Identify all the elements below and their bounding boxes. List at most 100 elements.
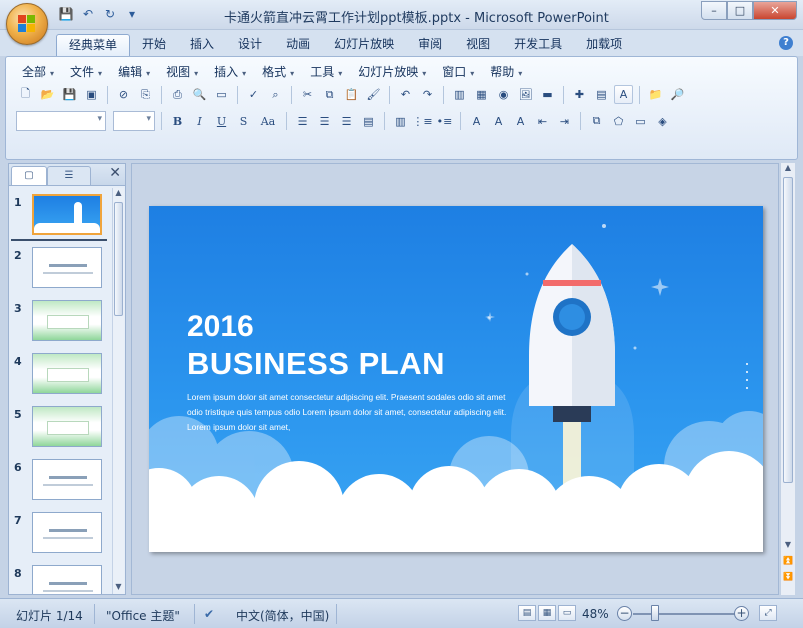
classic-menu-item[interactable]: 全部 ▾ bbox=[14, 63, 62, 81]
ribbon-tab[interactable]: 加载项 bbox=[574, 34, 634, 56]
zoom-in-button[interactable]: + bbox=[734, 606, 749, 621]
classic-menu-item[interactable]: 文件 ▾ bbox=[62, 63, 110, 81]
spell-check-icon[interactable]: ✔ bbox=[204, 607, 214, 621]
ribbon-tab[interactable]: 经典菜单 bbox=[56, 34, 131, 56]
scroll-up-icon[interactable]: ▲ bbox=[781, 163, 795, 176]
scroll-down-icon[interactable]: ▼ bbox=[113, 582, 124, 594]
change-case-icon[interactable]: Aa bbox=[256, 112, 280, 131]
slide-thumbnail[interactable]: 5 bbox=[9, 406, 113, 456]
slide-thumbnail[interactable]: 1 bbox=[9, 194, 113, 244]
zoom-out-button[interactable]: − bbox=[617, 606, 632, 621]
zoom-slider-track[interactable] bbox=[633, 613, 735, 615]
classic-menu-item[interactable]: 幻灯片放映 ▾ bbox=[350, 63, 434, 81]
slide-thumbnail[interactable]: 6 bbox=[9, 459, 113, 509]
slide-body-text[interactable]: Lorem ipsum dolor sit amet consectetur a… bbox=[187, 390, 517, 435]
close-panel-icon[interactable]: ✕ bbox=[109, 165, 121, 181]
align-left-icon[interactable]: ☰ bbox=[293, 112, 312, 131]
permission-icon[interactable]: ⊘ bbox=[114, 85, 133, 104]
redo-icon[interactable]: ↻ bbox=[102, 6, 118, 22]
shrink-font-icon[interactable]: A bbox=[511, 112, 530, 131]
office-button[interactable] bbox=[6, 3, 48, 45]
slide-title[interactable]: BUSINESS PLAN bbox=[187, 346, 445, 382]
quick-styles-icon[interactable]: ▭ bbox=[631, 112, 650, 131]
cut-icon[interactable]: ✂ bbox=[298, 85, 317, 104]
scroll-thumb[interactable] bbox=[114, 202, 123, 316]
slideshow-icon[interactable]: ▭ bbox=[212, 85, 231, 104]
format-painter-icon[interactable]: 🖌 bbox=[364, 85, 383, 104]
help-icon[interactable]: ? bbox=[779, 36, 793, 50]
align-right-icon[interactable]: ☰ bbox=[337, 112, 356, 131]
justify-icon[interactable]: ▤ bbox=[359, 112, 378, 131]
ribbon-tab[interactable]: 审阅 bbox=[406, 34, 454, 56]
normal-view-icon[interactable]: ▤ bbox=[518, 605, 536, 621]
slideshow-view-icon[interactable]: ▭ bbox=[558, 605, 576, 621]
classic-menu-item[interactable]: 视图 ▾ bbox=[158, 63, 206, 81]
minimize-button[interactable]: – bbox=[701, 1, 727, 20]
underline-icon[interactable]: U bbox=[212, 112, 231, 131]
classic-menu-item[interactable]: 格式 ▾ bbox=[254, 63, 302, 81]
ribbon-tab[interactable]: 开发工具 bbox=[502, 34, 574, 56]
zoom-icon[interactable]: 🔎 bbox=[668, 85, 687, 104]
arrange-icon[interactable]: ⧉ bbox=[587, 112, 606, 131]
scroll-down-icon[interactable]: ▼ bbox=[781, 540, 795, 553]
slide-thumbnail[interactable]: 2 bbox=[9, 247, 113, 297]
font-size-combo[interactable] bbox=[113, 111, 155, 131]
numbering-icon[interactable]: ⋮≡ bbox=[412, 112, 432, 131]
slide-thumbnail[interactable]: 4 bbox=[9, 353, 113, 403]
slide-thumbnail-image[interactable] bbox=[32, 565, 102, 594]
picture-icon[interactable]: 🖼 bbox=[516, 85, 535, 104]
bold-icon[interactable]: B bbox=[168, 112, 187, 131]
classic-menu-item[interactable]: 窗口 ▾ bbox=[434, 63, 482, 81]
outline-tab-icon[interactable]: ☰ bbox=[47, 166, 91, 185]
slides-tab-icon[interactable]: ▢ bbox=[11, 166, 47, 185]
font-name-combo[interactable] bbox=[16, 111, 106, 131]
shadow-icon[interactable]: S bbox=[234, 112, 253, 131]
font-color-icon[interactable]: A bbox=[467, 112, 486, 131]
next-slide-icon[interactable]: ⏬ bbox=[781, 572, 795, 585]
italic-icon[interactable]: I bbox=[190, 112, 209, 131]
ribbon-tab[interactable]: 视图 bbox=[454, 34, 502, 56]
slide-thumbnail-image[interactable] bbox=[32, 353, 102, 394]
clipart-icon[interactable]: ◉ bbox=[494, 85, 513, 104]
table-icon[interactable]: ▦ bbox=[472, 85, 491, 104]
slide-thumbnail-image[interactable] bbox=[32, 459, 102, 500]
classic-menu-item[interactable]: 编辑 ▾ bbox=[110, 63, 158, 81]
save-pdf-icon[interactable]: ▣ bbox=[82, 85, 101, 104]
redo-toolbar-icon[interactable]: ↷ bbox=[418, 85, 437, 104]
scroll-up-icon[interactable]: ▲ bbox=[113, 188, 124, 200]
classic-menu-item[interactable]: 工具 ▾ bbox=[302, 63, 350, 81]
slide-year[interactable]: 2016 bbox=[187, 310, 254, 344]
new-slide-icon[interactable]: ✚ bbox=[570, 85, 589, 104]
ribbon-tab[interactable]: 动画 bbox=[274, 34, 322, 56]
bullets-icon[interactable]: •≡ bbox=[435, 112, 454, 131]
ribbon-tab[interactable]: 开始 bbox=[130, 34, 178, 56]
slide-thumbnail-image[interactable] bbox=[32, 406, 102, 447]
save-toolbar-icon[interactable]: 💾 bbox=[60, 85, 79, 104]
fit-to-window-icon[interactable]: ⤢ bbox=[759, 605, 777, 621]
classic-menu-item[interactable]: 帮助 ▾ bbox=[482, 63, 530, 81]
slide-thumbnail[interactable]: 7 bbox=[9, 512, 113, 562]
maximize-button[interactable]: □ bbox=[727, 1, 753, 20]
zoom-slider-thumb[interactable] bbox=[651, 605, 659, 621]
slide-canvas[interactable]: 2016 BUSINESS PLAN Lorem ipsum dolor sit… bbox=[149, 206, 763, 552]
align-center-icon[interactable]: ☰ bbox=[315, 112, 334, 131]
slide-thumbnail[interactable]: 3 bbox=[9, 300, 113, 350]
editor-scrollbar[interactable]: ▲ ▼ ⏫ ⏬ bbox=[780, 163, 795, 595]
ribbon-tab[interactable]: 插入 bbox=[178, 34, 226, 56]
folder-icon[interactable]: 📁 bbox=[646, 85, 665, 104]
undo-icon[interactable]: ↶ bbox=[80, 6, 96, 22]
slide-thumbnail-image[interactable] bbox=[32, 512, 102, 553]
increase-indent-icon[interactable]: ⇥ bbox=[555, 112, 574, 131]
ribbon-tab[interactable]: 设计 bbox=[226, 34, 274, 56]
new-icon[interactable]: 🗋 bbox=[16, 85, 35, 104]
textbox-icon[interactable]: A bbox=[614, 85, 633, 104]
slide-thumbnail-image[interactable] bbox=[32, 247, 102, 288]
print-icon[interactable]: ⎙ bbox=[168, 85, 187, 104]
previous-slide-icon[interactable]: ⏫ bbox=[781, 556, 795, 569]
grow-font-icon[interactable]: A bbox=[489, 112, 508, 131]
customize-icon[interactable]: ▾ bbox=[124, 6, 140, 22]
print-preview-icon[interactable]: 🔍 bbox=[190, 85, 209, 104]
shapes-icon[interactable]: ⬠ bbox=[609, 112, 628, 131]
paste-icon[interactable]: 📋 bbox=[342, 85, 361, 104]
fill-color-icon[interactable]: ▬ bbox=[538, 85, 557, 104]
